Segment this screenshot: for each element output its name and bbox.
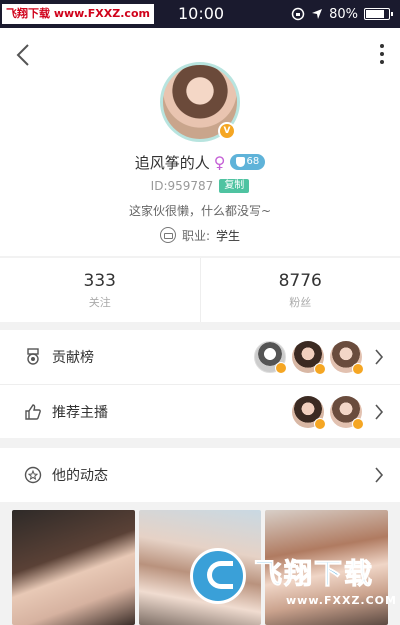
status-bar: 飞翔下载 www.FXXZ.com 10:00 80% — [0, 0, 400, 28]
chevron-right-icon — [375, 349, 384, 365]
feed-row[interactable]: 他的动态 — [0, 448, 400, 502]
following-stat[interactable]: 333 关注 — [0, 258, 200, 322]
job-value: 学生 — [216, 228, 241, 243]
contribution-avatars — [254, 341, 364, 375]
avatar — [254, 341, 287, 374]
rotation-lock-icon — [291, 7, 305, 21]
activity-icon — [24, 466, 42, 484]
chevron-right-icon — [375, 403, 384, 420]
thumbs-up-icon — [25, 403, 41, 420]
stats-bar: 333 关注 8776 粉丝 — [0, 258, 400, 322]
feed-label: 他的动态 — [52, 468, 108, 484]
photo-thumbnail[interactable] — [12, 510, 135, 625]
back-icon[interactable] — [12, 42, 36, 68]
contribution-row[interactable]: 贡献榜 — [0, 330, 400, 384]
female-icon: ♀ — [213, 152, 226, 172]
fans-label: 粉丝 — [289, 295, 312, 309]
fans-stat[interactable]: 8776 粉丝 — [199, 258, 400, 322]
name-row: 追风筝的人 ♀ 68 — [0, 152, 400, 172]
level-badge: 68 — [229, 154, 266, 170]
more-options-icon[interactable] — [376, 42, 388, 66]
battery-fill — [366, 10, 384, 18]
following-count: 333 — [83, 270, 116, 291]
user-name: 追风筝的人 — [134, 153, 210, 172]
job-row: 职业: 学生 — [0, 226, 400, 244]
user-bio: 这家伙很懒，什么都没写~ — [128, 204, 272, 218]
level-value: 68 — [246, 156, 260, 167]
job-label: 职业: — [181, 228, 211, 243]
id-row: ID:959787 复制 — [0, 178, 400, 194]
watermark-label: 飞翔下载 www.FXXZ.com — [2, 4, 154, 24]
avatar-container[interactable]: V — [160, 62, 240, 142]
battery-icon — [364, 8, 393, 20]
fans-count: 8776 — [278, 270, 322, 291]
avatar — [292, 395, 326, 430]
copy-id-button[interactable]: 复制 — [219, 179, 250, 193]
following-label: 关注 — [88, 295, 111, 309]
status-time: 10:00 — [178, 4, 225, 23]
profile-header: V 追风筝的人 ♀ 68 ID:959787 复制 这家伙很懒，什么都没写~ 职… — [0, 28, 400, 256]
profile-list: 贡献榜 推荐主播 — [0, 330, 400, 438]
watermark-url: www.FXXZ.COM — [286, 594, 397, 607]
status-indicators: 80% — [291, 4, 393, 24]
contribution-label: 贡献榜 — [52, 350, 94, 366]
recommend-label: 推荐主播 — [52, 404, 108, 421]
user-id: ID:959787 — [150, 179, 214, 193]
medal-icon — [27, 348, 39, 365]
briefcase-icon — [159, 227, 176, 243]
avatar — [292, 341, 326, 375]
chevron-right-icon — [375, 467, 384, 483]
recommend-avatars — [292, 395, 364, 430]
verified-badge-icon: V — [218, 122, 236, 140]
watermark-overlay: 飞翔下载 www.FXXZ.COM — [190, 548, 396, 618]
recommend-row[interactable]: 推荐主播 — [0, 384, 400, 438]
location-icon — [312, 9, 323, 19]
watermark-logo-icon — [190, 548, 246, 604]
avatar — [330, 395, 364, 430]
shield-icon — [235, 157, 245, 167]
avatar — [330, 341, 364, 375]
battery-percent: 80% — [329, 6, 358, 22]
watermark-brand: 飞翔下载 — [253, 557, 375, 591]
